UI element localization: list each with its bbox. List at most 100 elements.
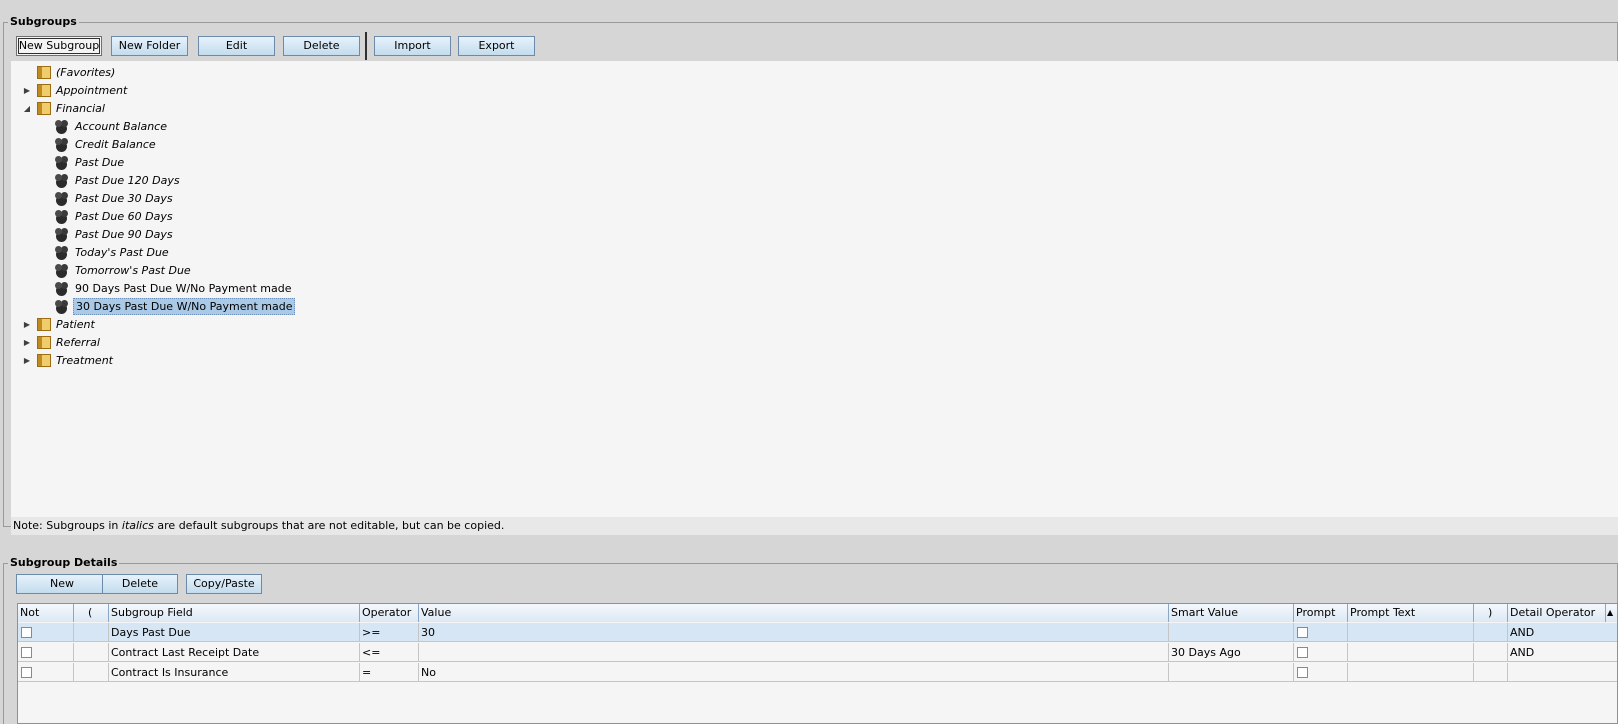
delete-detail-button[interactable]: Delete [102, 574, 178, 594]
tree-label: 30 Days Past Due W/No Payment made [73, 298, 296, 315]
delete-subgroup-button[interactable]: Delete [283, 36, 360, 56]
col-prompt-text[interactable]: Prompt Text [1348, 604, 1474, 622]
field-cell[interactable]: Contract Last Receipt Date [109, 643, 360, 662]
column-chooser-icon[interactable]: ▲ [1606, 604, 1617, 622]
col-subgroup-field[interactable]: Subgroup Field [109, 604, 360, 622]
new-detail-button[interactable]: New [16, 574, 108, 594]
prompt-text-cell[interactable] [1348, 663, 1474, 682]
prompt-text-cell[interactable] [1348, 643, 1474, 662]
tree-item-past-due-60[interactable]: Past Due 60 Days [54, 208, 175, 226]
new-folder-button[interactable]: New Folder [111, 36, 188, 56]
folder-icon [36, 317, 51, 331]
folder-icon [36, 83, 51, 97]
col-detail-operator[interactable]: Detail Operator [1508, 604, 1606, 622]
prompt-checkbox-cell [1294, 623, 1348, 642]
people-group-icon [54, 119, 71, 132]
tree-folder-favorites[interactable]: (Favorites) [36, 64, 117, 82]
detail-operator-cell[interactable]: AND [1508, 623, 1617, 642]
table-row[interactable]: Contract Last Receipt Date <= 30 Days Ag… [18, 643, 1617, 662]
col-close-paren[interactable]: ) [1474, 604, 1508, 622]
expand-arrow-icon[interactable]: ▶ [22, 316, 32, 334]
table-row[interactable]: Contract Is Insurance = No [18, 663, 1617, 682]
tree-item-credit-balance[interactable]: Credit Balance [54, 136, 158, 154]
smart-value-cell[interactable] [1169, 623, 1294, 642]
col-not[interactable]: Not [18, 604, 74, 622]
prompt-checkbox[interactable] [1297, 647, 1308, 658]
tree-label: Treatment [56, 354, 113, 367]
people-group-icon [54, 245, 71, 258]
tree-folder-patient[interactable]: Patient [36, 316, 97, 334]
col-open-paren[interactable]: ( [74, 604, 109, 622]
expand-arrow-icon[interactable]: ▶ [22, 82, 32, 100]
people-group-icon [54, 263, 71, 276]
value-cell[interactable]: No [419, 663, 1169, 682]
col-smart-value[interactable]: Smart Value [1169, 604, 1294, 622]
tree-folder-treatment[interactable]: Treatment [36, 352, 115, 370]
value-cell[interactable] [419, 643, 1169, 662]
people-group-icon [54, 137, 71, 150]
close-paren-cell[interactable] [1474, 623, 1508, 642]
operator-cell[interactable]: >= [360, 623, 419, 642]
open-paren-cell[interactable] [74, 643, 109, 662]
tree-label: Credit Balance [75, 138, 156, 151]
tree-item-past-due-90[interactable]: Past Due 90 Days [54, 226, 175, 244]
smart-value-cell[interactable] [1169, 663, 1294, 682]
col-prompt[interactable]: Prompt [1294, 604, 1348, 622]
tree-label: (Favorites) [56, 66, 116, 79]
new-subgroup-button[interactable]: New Subgroup [16, 36, 102, 56]
collapse-arrow-icon[interactable]: ◢ [22, 100, 32, 118]
prompt-text-cell[interactable] [1348, 623, 1474, 642]
tree-item-90-days-no-payment[interactable]: 90 Days Past Due W/No Payment made [54, 280, 293, 298]
prompt-checkbox-cell [1294, 643, 1348, 662]
not-checkbox[interactable] [21, 667, 32, 678]
folder-icon [36, 101, 51, 115]
prompt-checkbox[interactable] [1297, 627, 1308, 638]
prompt-checkbox[interactable] [1297, 667, 1308, 678]
operator-cell[interactable]: <= [360, 643, 419, 662]
field-cell[interactable]: Days Past Due [109, 623, 360, 642]
tree-item-tomorrows-past-due[interactable]: Tomorrow's Past Due [54, 262, 193, 280]
tree-label: Referral [56, 336, 100, 349]
tree-item-todays-past-due[interactable]: Today's Past Due [54, 244, 171, 262]
note-italic-word: italics [121, 519, 154, 532]
not-checkbox[interactable] [21, 647, 32, 658]
tree-item-past-due[interactable]: Past Due [54, 154, 126, 172]
col-operator[interactable]: Operator [360, 604, 419, 622]
tree-label: Past Due 90 Days [75, 228, 173, 241]
tree-label: Account Balance [75, 120, 167, 133]
tree-folder-appointment[interactable]: Appointment [36, 82, 129, 100]
close-paren-cell[interactable] [1474, 643, 1508, 662]
tree-label: Past Due [75, 156, 125, 169]
detail-operator-cell[interactable] [1508, 663, 1617, 682]
people-group-icon [54, 191, 71, 204]
table-row[interactable]: Days Past Due >= 30 AND [18, 623, 1617, 642]
subgroups-title: Subgroups [8, 15, 79, 29]
smart-value-cell[interactable]: 30 Days Ago [1169, 643, 1294, 662]
subgroup-manager: Subgroups New Subgroup New Folder Edit D… [0, 0, 1618, 724]
field-cell[interactable]: Contract Is Insurance [109, 663, 360, 682]
not-checkbox-cell [18, 623, 74, 642]
import-button[interactable]: Import [374, 36, 451, 56]
expand-arrow-icon[interactable]: ▶ [22, 334, 32, 352]
tree-folder-financial[interactable]: Financial [36, 100, 107, 118]
open-paren-cell[interactable] [74, 663, 109, 682]
tree-folder-referral[interactable]: Referral [36, 334, 102, 352]
open-paren-cell[interactable] [74, 623, 109, 642]
tree-item-30-days-no-payment[interactable]: 30 Days Past Due W/No Payment made [54, 298, 296, 316]
not-checkbox[interactable] [21, 627, 32, 638]
operator-cell[interactable]: = [360, 663, 419, 682]
value-cell[interactable]: 30 [419, 623, 1169, 642]
people-group-icon [54, 281, 71, 294]
tree-item-past-due-30[interactable]: Past Due 30 Days [54, 190, 175, 208]
expand-arrow-icon[interactable]: ▶ [22, 352, 32, 370]
col-value[interactable]: Value [419, 604, 1169, 622]
close-paren-cell[interactable] [1474, 663, 1508, 682]
not-checkbox-cell [18, 643, 74, 662]
export-button[interactable]: Export [458, 36, 535, 56]
copy-paste-button[interactable]: Copy/Paste [186, 574, 262, 594]
tree-item-past-due-120[interactable]: Past Due 120 Days [54, 172, 182, 190]
edit-button[interactable]: Edit [198, 36, 275, 56]
tree-item-account-balance[interactable]: Account Balance [54, 118, 169, 136]
detail-operator-cell[interactable]: AND [1508, 643, 1617, 662]
folder-icon [36, 65, 51, 79]
